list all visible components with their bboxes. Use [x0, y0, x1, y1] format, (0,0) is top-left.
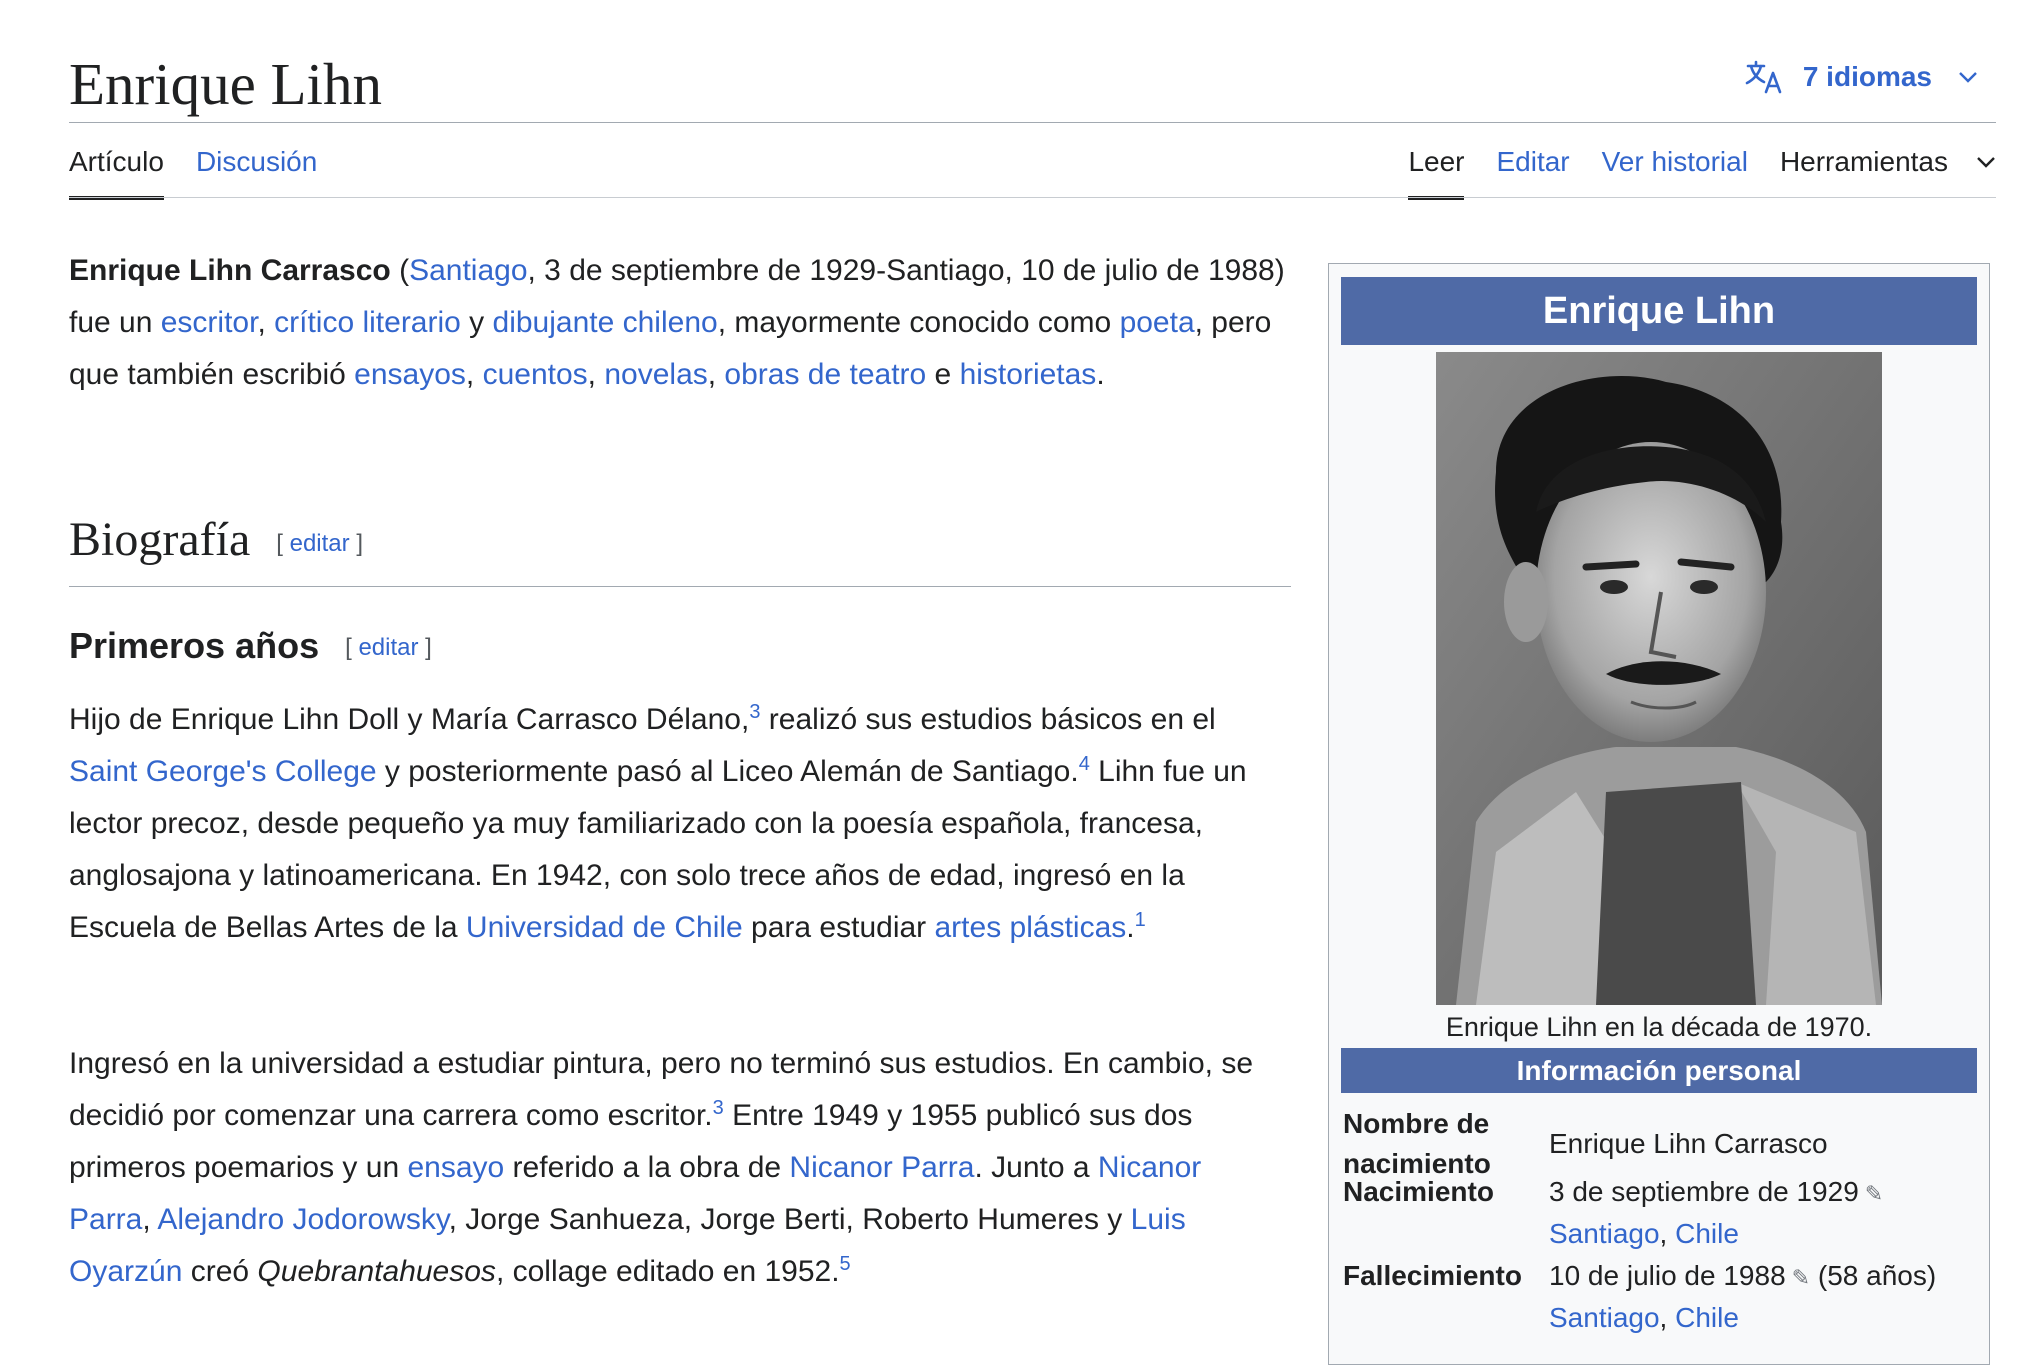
- edit-section-link[interactable]: editar: [358, 634, 418, 661]
- section-heading-biografia: Biografía[ editar ]: [69, 513, 363, 566]
- chevron-down-icon: [1959, 72, 1977, 83]
- reference-link[interactable]: 4: [1079, 753, 1090, 775]
- reference-link[interactable]: 1: [1135, 909, 1146, 931]
- title-divider: [69, 122, 1996, 123]
- row-label: Fallecimiento: [1343, 1260, 1522, 1291]
- pencil-icon[interactable]: ✎: [1865, 1174, 1883, 1214]
- link-ensayos[interactable]: ensayos: [354, 358, 466, 391]
- link-historietas[interactable]: historietas: [960, 358, 1097, 391]
- tab-article[interactable]: Artículo: [69, 138, 164, 200]
- tab-discussion[interactable]: Discusión: [196, 138, 317, 200]
- link-nicanor-parra[interactable]: Nicanor Parra: [789, 1151, 974, 1184]
- link-dibujante-chileno[interactable]: dibujante chileno: [493, 306, 718, 339]
- subsection-heading-primeros-anos: Primeros años[ editar ]: [69, 625, 432, 666]
- photo-caption: Enrique Lihn en la década de 1970.: [1445, 1012, 1873, 1042]
- reference: 3: [713, 1097, 724, 1119]
- reference-link[interactable]: 3: [749, 701, 760, 723]
- languages-label: 7 idiomas: [1802, 61, 1932, 92]
- link-obras-de-teatro[interactable]: obras de teatro: [724, 358, 926, 391]
- edit-section-link[interactable]: editar: [290, 530, 350, 557]
- paragraph-early-life: Hijo de Enrique Lihn Doll y María Carras…: [69, 701, 1247, 944]
- link-santiago[interactable]: Santiago: [1549, 1218, 1660, 1249]
- tab-read[interactable]: Leer: [1408, 138, 1465, 200]
- work-title: Quebrantahuesos: [257, 1255, 496, 1288]
- portrait-image: [1436, 352, 1882, 1005]
- infobox-title: Enrique Lihn: [1341, 277, 1977, 345]
- reference-link[interactable]: 3: [713, 1097, 724, 1119]
- link-cuentos[interactable]: cuentos: [483, 358, 588, 391]
- view-tabs: Leer Editar Ver historial Herramientas: [1408, 138, 1996, 200]
- tab-history[interactable]: Ver historial: [1602, 138, 1748, 200]
- languages-button[interactable]: 7 idiomas: [1745, 60, 1996, 94]
- infobox: Enrique Lihn Enrique Lihn en la década d…: [1328, 263, 1990, 1365]
- tools-label: Herramientas: [1779, 146, 1948, 177]
- link-santiago[interactable]: Santiago: [409, 254, 527, 287]
- translate-icon: [1745, 60, 1782, 94]
- portrait-photo[interactable]: [1436, 352, 1882, 1005]
- link-artes-plasticas[interactable]: artes plásticas: [935, 911, 1127, 944]
- paragraph-university: Ingresó en la universidad a estudiar pin…: [69, 1047, 1254, 1288]
- section-edit-primeros-anos: [ editar ]: [345, 634, 432, 662]
- row-value: Enrique Lihn Carrasco: [1549, 1128, 1828, 1159]
- reference: 3: [749, 701, 760, 723]
- infobox-section-header: Información personal: [1341, 1048, 1977, 1093]
- link-chile[interactable]: Chile: [1675, 1218, 1739, 1249]
- section-edit-biografia: [ editar ]: [276, 529, 363, 557]
- section-divider: [69, 586, 1291, 587]
- reference-link[interactable]: 5: [840, 1253, 851, 1275]
- link-chile[interactable]: Chile: [1675, 1302, 1739, 1333]
- tab-edit[interactable]: Editar: [1496, 138, 1569, 200]
- pencil-icon[interactable]: ✎: [1792, 1258, 1810, 1298]
- reference: 5: [840, 1253, 851, 1275]
- link-santiago[interactable]: Santiago: [1549, 1302, 1660, 1333]
- tab-tools[interactable]: Herramientas: [1780, 138, 1996, 200]
- tabs-divider: [69, 197, 1996, 198]
- reference: 4: [1079, 753, 1090, 775]
- link-ensayo[interactable]: ensayo: [407, 1151, 504, 1184]
- chevron-down-icon: [1977, 157, 1995, 168]
- row-label: Nacimiento: [1343, 1176, 1494, 1207]
- link-saint-georges-college[interactable]: Saint George's College: [69, 755, 377, 788]
- link-universidad-de-chile[interactable]: Universidad de Chile: [466, 911, 743, 944]
- link-alejandro-jodorowsky[interactable]: Alejandro Jodorowsky: [157, 1203, 448, 1236]
- namespace-tabs: Artículo Discusión: [69, 138, 349, 200]
- row-value: 3 de septiembre de 1929 ✎ Santiago, Chile: [1549, 1174, 1884, 1249]
- subject-name: Enrique Lihn Carrasco: [69, 254, 391, 287]
- link-escritor[interactable]: escritor: [161, 306, 258, 339]
- page-title: Enrique Lihn: [69, 51, 382, 117]
- link-critico-literario[interactable]: crítico literario: [274, 306, 461, 339]
- link-poeta[interactable]: poeta: [1120, 306, 1195, 339]
- reference: 1: [1135, 909, 1146, 931]
- link-novelas[interactable]: novelas: [604, 358, 707, 391]
- row-value: 10 de julio de 1988 ✎ (58 años) Santiago,…: [1549, 1258, 1937, 1333]
- intro-paragraph: Enrique Lihn Carrasco (Santiago, 3 de se…: [69, 254, 1285, 391]
